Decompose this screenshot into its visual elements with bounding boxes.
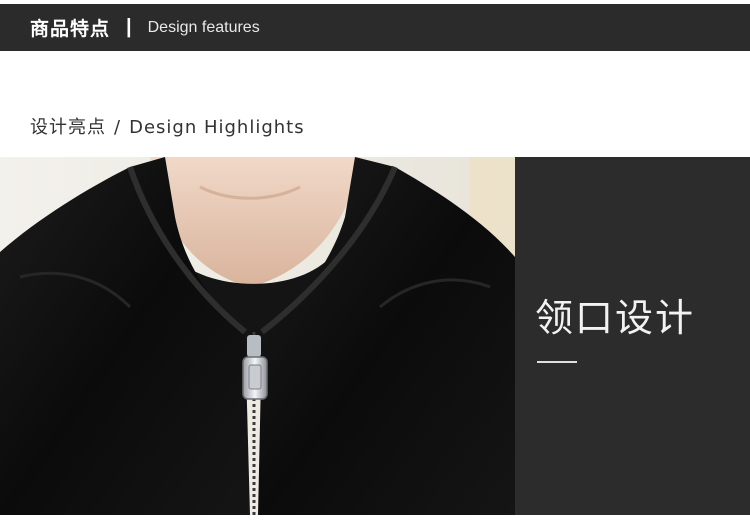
feature-panel: 领口设计	[515, 157, 750, 515]
product-photo	[0, 157, 515, 515]
header-bar: 商品特点 | Design features	[0, 4, 750, 51]
section-separator: /	[114, 117, 122, 138]
feature-heading: 领口设计	[535, 296, 696, 340]
section-title-en: Design Highlights	[129, 117, 305, 138]
header-title-cn: 商品特点	[30, 18, 111, 40]
section-title: 设计亮点 / Design Highlights	[30, 113, 305, 138]
section-title-cn: 设计亮点	[30, 117, 106, 138]
jacket-collar-illustration	[0, 157, 515, 515]
feature-divider	[537, 361, 577, 363]
header-title-en: Design features	[147, 18, 260, 36]
header-separator: |	[126, 16, 132, 38]
